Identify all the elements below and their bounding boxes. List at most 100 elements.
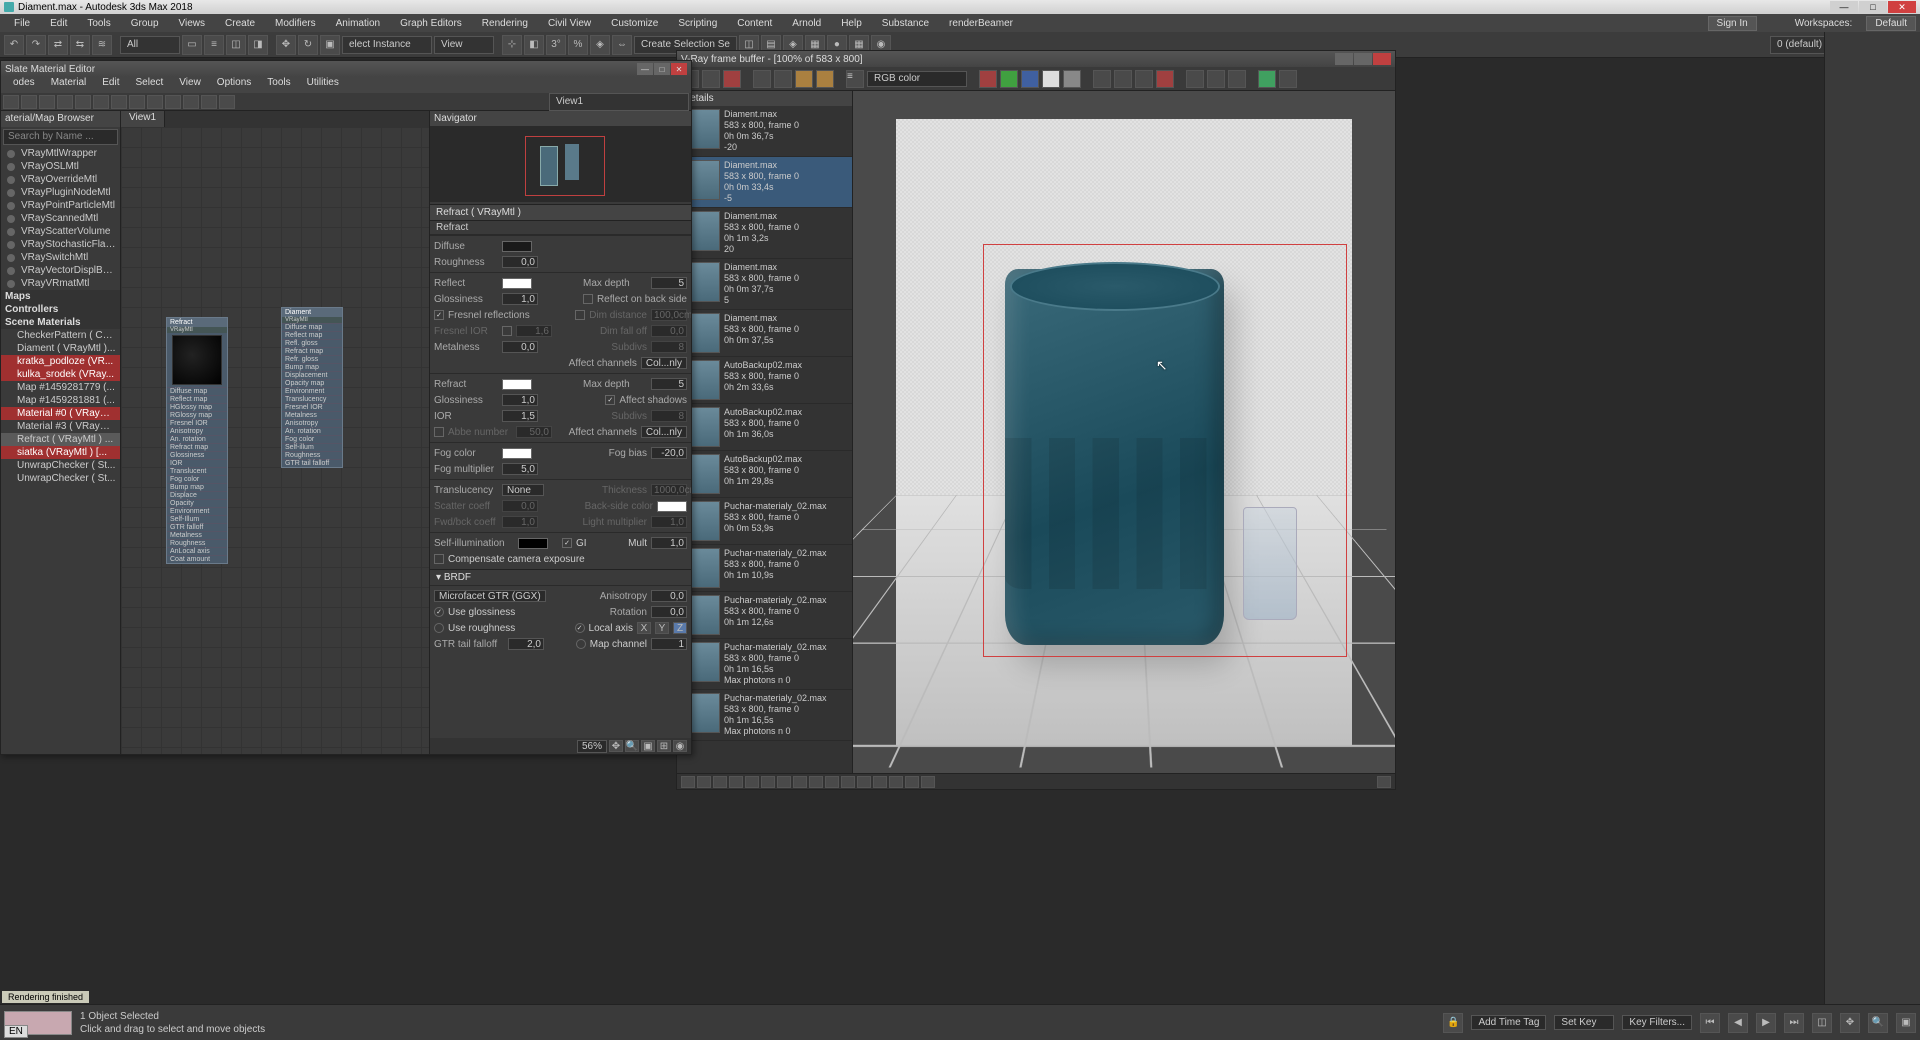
window-crossing-button[interactable]: ◨ bbox=[248, 35, 268, 55]
material-type-item[interactable]: VRayScannedMtl bbox=[1, 212, 120, 225]
menu-arnold[interactable]: Arnold bbox=[782, 18, 831, 29]
history-item[interactable]: Diament.max583 x 800, frame 00h 0m 36,7s… bbox=[677, 106, 852, 157]
vfb-foot-4[interactable] bbox=[729, 776, 743, 788]
refract-rollup[interactable]: Refract bbox=[430, 221, 691, 235]
scene-material-item[interactable]: UnwrapChecker ( St... bbox=[1, 459, 120, 472]
lock-button[interactable]: 🔒 bbox=[1443, 1013, 1463, 1033]
node-slot[interactable]: Opacity map bbox=[282, 379, 342, 387]
slate-menu-options[interactable]: Options bbox=[209, 77, 259, 93]
brdf-rollup[interactable]: BRDF bbox=[430, 569, 691, 585]
select-region-button[interactable]: ◫ bbox=[226, 35, 246, 55]
slate-menu-view[interactable]: View bbox=[171, 77, 209, 93]
redo-button[interactable]: ↷ bbox=[26, 35, 46, 55]
vfb-foot-13[interactable] bbox=[873, 776, 887, 788]
reflect-affect-dropdown[interactable]: Col...nly bbox=[641, 357, 687, 369]
menu-tools[interactable]: Tools bbox=[77, 18, 120, 29]
use-rough-radio[interactable] bbox=[434, 623, 444, 633]
vfb-foot-8[interactable] bbox=[793, 776, 807, 788]
metalness-spinner[interactable]: 0,0 bbox=[502, 341, 538, 353]
slate-tool8[interactable] bbox=[129, 95, 145, 109]
history-item[interactable]: Puchar-materialy_02.max583 x 800, frame … bbox=[677, 592, 852, 639]
reflect-gloss-spinner[interactable]: 1,0 bbox=[502, 293, 538, 305]
menu-content[interactable]: Content bbox=[727, 18, 782, 29]
angle-snap-button[interactable]: ◧ bbox=[524, 35, 544, 55]
slate-tool10[interactable] bbox=[165, 95, 181, 109]
vfb-titlebar[interactable]: V-Ray frame buffer - [100% of 583 x 800] bbox=[677, 51, 1395, 67]
material-type-item[interactable]: VRayOverrideMtl bbox=[1, 173, 120, 186]
vfb-foot-12[interactable] bbox=[857, 776, 871, 788]
menu-scripting[interactable]: Scripting bbox=[668, 18, 727, 29]
vfb-foot-9[interactable] bbox=[809, 776, 823, 788]
history-item[interactable]: Puchar-materialy_02.max583 x 800, frame … bbox=[677, 498, 852, 545]
menu-rendering[interactable]: Rendering bbox=[472, 18, 538, 29]
map-channel-spinner[interactable]: 1 bbox=[651, 638, 687, 650]
menu-modifiers[interactable]: Modifiers bbox=[265, 18, 326, 29]
vfb-stop-button[interactable] bbox=[1156, 70, 1174, 88]
node-slot[interactable]: HGlossy map bbox=[167, 403, 227, 411]
dim-dist-check[interactable] bbox=[575, 310, 585, 320]
scene-material-item[interactable]: CheckerPattern ( Ch... bbox=[1, 329, 120, 342]
history-item[interactable]: Diament.max583 x 800, frame 00h 1m 3,2s2… bbox=[677, 208, 852, 259]
vfb-dup-button[interactable] bbox=[753, 70, 771, 88]
vfb-render-last-button[interactable] bbox=[1279, 70, 1297, 88]
node-slot[interactable]: Bump map bbox=[167, 483, 227, 491]
browser-search[interactable]: Search by Name ... bbox=[3, 129, 118, 145]
node-slot[interactable]: Environment bbox=[282, 387, 342, 395]
viewport-nav-1[interactable]: ◫ bbox=[1812, 1013, 1832, 1033]
node-slot[interactable]: GTR tail falloff bbox=[282, 459, 342, 467]
close-button[interactable]: ✕ bbox=[1888, 1, 1916, 13]
scene-material-item[interactable]: siatka (VRayMtl ) [... bbox=[1, 446, 120, 459]
axis-x-button[interactable]: X bbox=[637, 622, 651, 634]
reflect-maxdepth-spinner[interactable]: 5 bbox=[651, 277, 687, 289]
scene-material-item[interactable]: kratka_podloze (VR... bbox=[1, 355, 120, 368]
slate-menu-tools[interactable]: Tools bbox=[259, 77, 298, 93]
scene-material-item[interactable]: UnwrapChecker ( St... bbox=[1, 472, 120, 485]
axis-y-button[interactable]: Y bbox=[655, 622, 669, 634]
history-item[interactable]: Puchar-materialy_02.max583 x 800, frame … bbox=[677, 545, 852, 592]
render-region-frame[interactable] bbox=[983, 244, 1348, 657]
workspace-dropdown[interactable]: Default bbox=[1866, 16, 1916, 31]
menu-create[interactable]: Create bbox=[215, 18, 265, 29]
material-type-item[interactable]: VRayPointParticleMtl bbox=[1, 199, 120, 212]
node-slot[interactable]: Diffuse map bbox=[282, 323, 342, 331]
node-slot[interactable]: Translucent bbox=[167, 467, 227, 475]
gi-check[interactable] bbox=[562, 538, 572, 548]
sign-in-button[interactable]: Sign In bbox=[1708, 16, 1757, 31]
material-type-item[interactable]: VRayVectorDisplBake bbox=[1, 264, 120, 277]
move-button[interactable]: ✥ bbox=[276, 35, 296, 55]
vfb-copy-button[interactable] bbox=[1135, 70, 1153, 88]
node-slot[interactable]: Reflect map bbox=[282, 331, 342, 339]
node-slot[interactable]: Environment bbox=[167, 507, 227, 515]
slate-tool12[interactable] bbox=[201, 95, 217, 109]
history-item[interactable]: Diament.max583 x 800, frame 00h 0m 33,4s… bbox=[677, 157, 852, 208]
history-item[interactable]: Diament.max583 x 800, frame 00h 0m 37,5s bbox=[677, 310, 852, 357]
roughness-spinner[interactable]: 0,0 bbox=[502, 256, 538, 268]
node-canvas[interactable]: Refract VRayMtl Diffuse mapReflect mapHG… bbox=[121, 127, 429, 754]
vfb-foot-2[interactable] bbox=[697, 776, 711, 788]
maximize-button[interactable]: □ bbox=[1859, 1, 1887, 13]
nav-2[interactable]: ◀ bbox=[1728, 1013, 1748, 1033]
nav-1[interactable]: ⏮ bbox=[1700, 1013, 1720, 1033]
ref-coord-dropdown[interactable]: elect Instance bbox=[342, 36, 432, 54]
vfb-mono-button[interactable] bbox=[1063, 70, 1081, 88]
node-slot[interactable]: Fog color bbox=[167, 475, 227, 483]
set-key-button[interactable]: Set Key bbox=[1554, 1015, 1614, 1030]
slate-pan-button[interactable]: ✥ bbox=[609, 740, 623, 752]
compensate-check[interactable] bbox=[434, 554, 444, 564]
scene-material-item[interactable]: Map #1459281779 (... bbox=[1, 381, 120, 394]
key-filters-button[interactable]: Key Filters... bbox=[1622, 1015, 1692, 1030]
browser-section-header[interactable]: Maps bbox=[1, 290, 120, 303]
slate-tool5[interactable] bbox=[75, 95, 91, 109]
material-type-item[interactable]: VRayStochasticFlake bbox=[1, 238, 120, 251]
node-slot[interactable]: Metalness bbox=[167, 531, 227, 539]
node-slot[interactable]: An. rotation bbox=[282, 427, 342, 435]
fresnel-check[interactable] bbox=[434, 310, 444, 320]
lang-indicator[interactable]: EN bbox=[4, 1025, 28, 1038]
node-slot[interactable]: Anisotropy bbox=[167, 427, 227, 435]
select-name-button[interactable]: ≡ bbox=[204, 35, 224, 55]
node-slot[interactable]: Refl. gloss bbox=[282, 339, 342, 347]
history-item[interactable]: AutoBackup02.max583 x 800, frame 00h 1m … bbox=[677, 404, 852, 451]
history-item[interactable]: AutoBackup02.max583 x 800, frame 00h 2m … bbox=[677, 357, 852, 404]
material-node-refract[interactable]: Refract VRayMtl Diffuse mapReflect mapHG… bbox=[166, 317, 228, 564]
aniso-spinner[interactable]: 0,0 bbox=[651, 590, 687, 602]
